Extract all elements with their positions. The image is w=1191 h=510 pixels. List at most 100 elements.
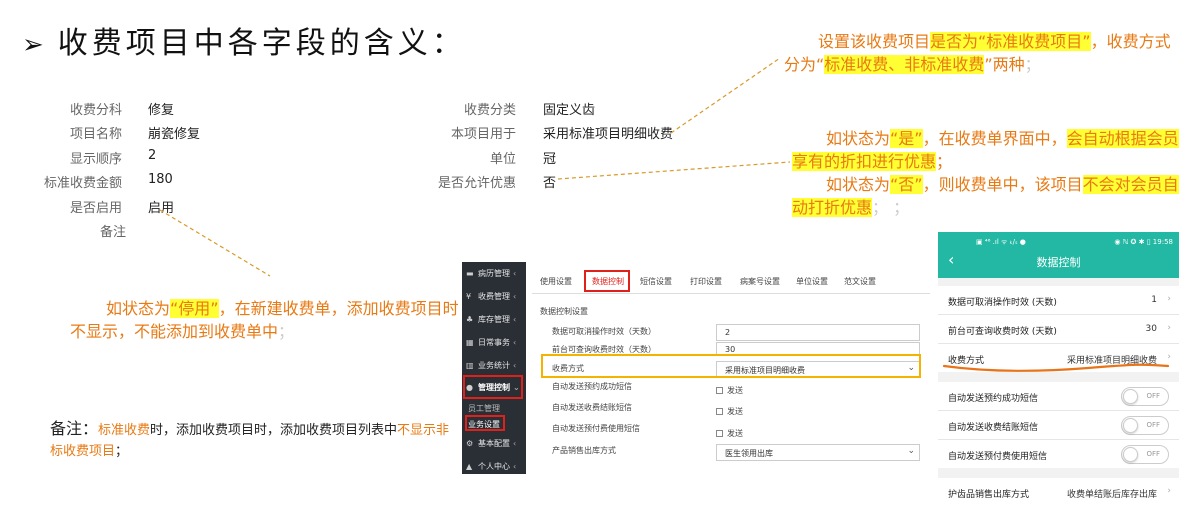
mobile-row-sms-prepaid: 自动发送预付费使用短信 OFF bbox=[938, 440, 1179, 468]
tab-usage[interactable]: 使用设置 bbox=[540, 276, 572, 287]
sidebar-item-inventory[interactable]: ♣ 库存管理 ‹ bbox=[462, 308, 526, 331]
note4-text-c: ； bbox=[278, 322, 295, 341]
note-disabled: 如状态为“停用”，在新建收费单，添加收费项目时不显示，不能添加到收费单中； bbox=[70, 297, 460, 343]
mobile-row-sms-checkout: 自动发送收费结账短信 OFF bbox=[938, 411, 1179, 439]
note4-highlight-a: “停用” bbox=[170, 299, 219, 318]
note1-highlight-b: 标准收费、非标准收费 bbox=[824, 55, 985, 74]
row-label: 护齿品销售出库方式 bbox=[948, 490, 1030, 500]
sidebar-item-label: 病历管理 bbox=[478, 269, 510, 278]
sidebar-item-label: 库存管理 bbox=[478, 315, 510, 324]
highlight-box-data-control-tab bbox=[584, 270, 630, 292]
note5-text-a: 标准收费 bbox=[98, 423, 151, 438]
note5-label: 备注： bbox=[50, 419, 99, 438]
sms-checkout-checkbox[interactable]: 发送 bbox=[716, 406, 743, 417]
sidebar-item-profile[interactable]: ▲ 个人中心 ‹ bbox=[462, 455, 526, 474]
sms-prepaid-checkbox[interactable]: 发送 bbox=[716, 428, 743, 439]
sidebar: ▬ 病历管理 ‹ ¥ 收费管理 ‹ ♣ 库存管理 ‹ ▦ 日常事务 ‹ ▥ 业务统计 ‹ ● 管理控制… bbox=[462, 262, 526, 474]
tab-unit[interactable]: 单位设置 bbox=[796, 276, 828, 287]
checkbox-label: 发送 bbox=[727, 386, 743, 395]
row-label: 自动发送预付费使用短信 bbox=[948, 452, 1048, 462]
list-icon: ▬ bbox=[466, 269, 474, 278]
sidebar-item-records[interactable]: ▬ 病历管理 ‹ bbox=[462, 262, 526, 285]
checkbox-label: 发送 bbox=[727, 407, 743, 416]
status-left: ▣ ⁴⁶ .ıl ᯤ ₖ/ₛ ● bbox=[976, 238, 1026, 246]
note4-text-a: 如状态为 bbox=[106, 299, 171, 318]
sms-appointment-toggle[interactable]: OFF bbox=[1121, 387, 1169, 406]
row-label: 自动发送收费结账短信 bbox=[948, 423, 1039, 433]
tab-print[interactable]: 打印设置 bbox=[690, 276, 722, 287]
highlight-box-management bbox=[463, 375, 523, 399]
row-label: 前台可查询收费时效 (天数) bbox=[948, 327, 1057, 337]
toggle-knob bbox=[1123, 447, 1138, 462]
sidebar-item-stats[interactable]: ▥ 业务统计 ‹ bbox=[462, 354, 526, 377]
sidebar-item-fees[interactable]: ¥ 收费管理 ‹ bbox=[462, 285, 526, 308]
section-title: 数据控制设置 bbox=[540, 307, 588, 316]
checkbox-label: 发送 bbox=[727, 429, 743, 438]
connector-standard-item bbox=[670, 57, 781, 134]
yen-icon: ¥ bbox=[466, 292, 472, 301]
toggle-state: OFF bbox=[1146, 392, 1160, 400]
sms-checkout-toggle[interactable]: OFF bbox=[1121, 416, 1169, 435]
mobile-settings-screenshot: ▣ ⁴⁶ .ıl ᯤ ₖ/ₛ ● ◉ ℕ ✪ ✱ ▯ 19:58 ‹ 数据控制 … bbox=[938, 232, 1179, 510]
sms-appointment-checkbox[interactable]: 发送 bbox=[716, 385, 743, 396]
chevron-right-icon: › bbox=[1167, 323, 1171, 333]
note-standard-item: 设置该收费项目是否为“标准收费项目”，收费方式分为“标准收费、非标准收费”两种； bbox=[784, 30, 1176, 76]
note3-text-a: 如状态为 bbox=[826, 175, 891, 194]
chevron-down-icon: ⌄ bbox=[907, 446, 915, 456]
tab-record-number[interactable]: 病案号设置 bbox=[740, 276, 780, 287]
label-sms-checkout: 自动发送收费结账短信 bbox=[552, 403, 632, 412]
row-label: 数据可取消操作时效 (天数) bbox=[948, 298, 1057, 308]
row-value: 1 bbox=[1151, 295, 1157, 305]
section-gap bbox=[938, 468, 1179, 478]
highlight-box-business-settings bbox=[465, 415, 505, 431]
label-sms-prepaid: 自动发送预付费使用短信 bbox=[552, 424, 640, 433]
note5-text-b: 时，添加收费项目时，添加收费项目列表中 bbox=[150, 423, 398, 438]
mobile-row-cancel-window[interactable]: 数据可取消操作时效 (天数) 1 › bbox=[938, 286, 1179, 314]
note-discount-yes: 如状态为“是”，在收费单界面中，会自动根据会员享有的折扣进行优惠； bbox=[792, 127, 1182, 173]
connector-discount bbox=[557, 161, 791, 180]
sms-prepaid-toggle[interactable]: OFF bbox=[1121, 445, 1169, 464]
note1-text-a: 设置该收费项目 bbox=[818, 32, 931, 51]
sidebar-item-label: 日常事务 bbox=[478, 338, 510, 347]
note3-text-b: ，则收费单中，该项目 bbox=[922, 175, 1083, 194]
label-cancel-window: 数据可取消操作时效（天数） bbox=[552, 327, 656, 336]
user-icon: ▲ bbox=[466, 462, 473, 471]
calendar-icon: ▦ bbox=[466, 338, 474, 347]
sidebar-item-label: 业务统计 bbox=[478, 361, 510, 370]
section-gap bbox=[938, 278, 1179, 286]
chevron-left-icon: ‹ bbox=[513, 315, 517, 324]
row-label: 自动发送预约成功短信 bbox=[948, 394, 1039, 404]
note2-text-c: ； bbox=[936, 152, 953, 171]
mobile-row-outbound[interactable]: 护齿品销售出库方式 收费单结账后库存出库 › bbox=[938, 478, 1179, 506]
status-right: ◉ ℕ ✪ ✱ ▯ 19:58 bbox=[1114, 238, 1173, 246]
note3-highlight-a: “否” bbox=[890, 175, 923, 194]
row-value: 收费单结账后库存出库 bbox=[1066, 490, 1157, 500]
note5-text-d: ； bbox=[115, 444, 129, 459]
cancel-window-input[interactable]: 2 bbox=[716, 324, 920, 341]
mobile-row-query-window[interactable]: 前台可查询收费时效 (天数) 30 › bbox=[938, 315, 1179, 343]
chevron-left-icon: ‹ bbox=[513, 462, 517, 471]
tab-sms[interactable]: 短信设置 bbox=[640, 276, 672, 287]
toggle-state: OFF bbox=[1146, 421, 1160, 429]
note3-text-c: ； ； bbox=[872, 198, 910, 217]
mobile-header: ▣ ⁴⁶ .ıl ᯤ ₖ/ₛ ● ◉ ℕ ✪ ✱ ▯ 19:58 ‹ 数据控制 bbox=[938, 232, 1179, 278]
sidebar-sub-staff[interactable]: 员工管理 bbox=[468, 403, 500, 414]
label-product-outbound: 产品销售出库方式 bbox=[552, 446, 616, 455]
product-outbound-select[interactable]: 医生领用出库 ⌄ bbox=[716, 444, 920, 461]
sidebar-item-label: 个人中心 bbox=[478, 462, 510, 471]
checkbox-icon bbox=[716, 408, 723, 415]
sidebar-item-basic-config[interactable]: ⚙ 基本配置 ‹ bbox=[462, 432, 526, 455]
tab-divider bbox=[532, 293, 930, 294]
sidebar-item-label: 收费管理 bbox=[478, 292, 510, 301]
chevron-left-icon: ‹ bbox=[513, 338, 517, 347]
highlight-box-fee-method bbox=[541, 354, 921, 378]
sidebar-item-daily[interactable]: ▦ 日常事务 ‹ bbox=[462, 331, 526, 354]
tab-template[interactable]: 范文设置 bbox=[844, 276, 876, 287]
note1-text-d: ； bbox=[1024, 55, 1041, 74]
checkbox-icon bbox=[716, 430, 723, 437]
mobile-title: 数据控制 bbox=[1036, 256, 1081, 269]
note-discount-no: 如状态为“否”，则收费单中，该项目不会对会员自动打折优惠； ； bbox=[792, 173, 1182, 219]
section-gap bbox=[938, 372, 1179, 382]
toggle-state: OFF bbox=[1146, 450, 1160, 458]
chevron-left-icon: ‹ bbox=[513, 361, 517, 370]
